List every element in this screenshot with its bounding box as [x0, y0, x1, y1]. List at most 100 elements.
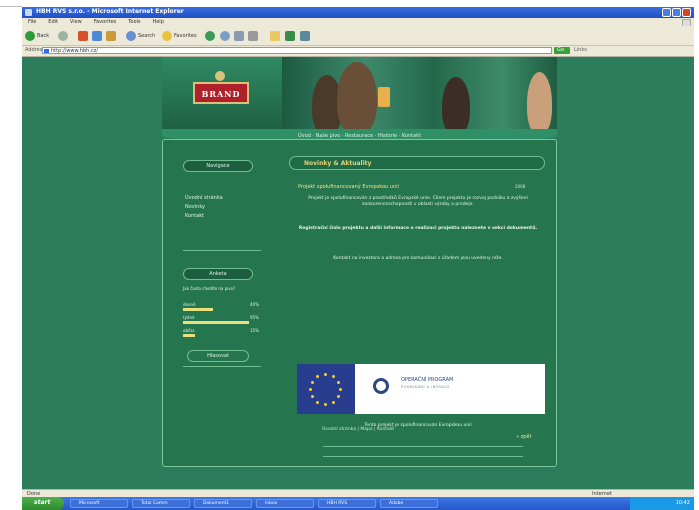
- logo-area: BRAND: [162, 57, 282, 133]
- messenger-icon: [285, 30, 295, 41]
- search-button[interactable]: Search: [126, 30, 155, 41]
- sidebar-divider: [183, 250, 261, 251]
- address-bar: Address http://www.hbh.cz/ Go Links: [22, 46, 694, 57]
- poll-option-label[interactable]: denně: [183, 302, 196, 307]
- print-button[interactable]: [248, 30, 258, 41]
- eu-star-icon: [311, 395, 314, 398]
- op-title: OPERAČNÍ PROGRAM: [401, 377, 454, 383]
- mail-button[interactable]: [234, 30, 244, 41]
- address-input[interactable]: http://www.hbh.cz/: [42, 47, 552, 54]
- menu-edit[interactable]: Edit: [48, 18, 58, 26]
- media-icon: [205, 30, 215, 41]
- start-button[interactable]: start: [22, 497, 64, 510]
- eu-star-icon: [316, 401, 319, 404]
- person-silhouette: [337, 62, 377, 133]
- sidebar-divider: [183, 366, 261, 367]
- content-divider: [323, 456, 523, 457]
- news-header: Novinky & Aktuality: [289, 156, 545, 170]
- poll-title: Anketa: [183, 268, 253, 280]
- refresh-icon: [92, 30, 102, 41]
- eu-star-icon: [332, 375, 335, 378]
- header-photo: [282, 57, 557, 133]
- links-label[interactable]: Links: [574, 47, 587, 53]
- poll-option-label[interactable]: občas: [183, 328, 195, 333]
- go-button[interactable]: Go: [554, 47, 570, 54]
- taskbar-item[interactable]: Adobe: [380, 499, 438, 508]
- close-button[interactable]: [682, 8, 691, 17]
- minimize-button[interactable]: [662, 8, 671, 17]
- search-icon: [126, 30, 136, 41]
- menu-view[interactable]: View: [70, 18, 82, 26]
- start-label: start: [34, 499, 51, 506]
- taskbar-item[interactable]: Inbox: [256, 499, 314, 508]
- eu-flag-icon: [297, 364, 355, 414]
- poll-bar: [183, 334, 195, 337]
- eu-star-icon: [339, 388, 342, 391]
- folder-button[interactable]: [270, 30, 280, 41]
- go-label: Go: [557, 47, 564, 53]
- beer-glass: [378, 87, 390, 107]
- history-icon: [220, 30, 230, 41]
- stop-icon: [78, 30, 88, 41]
- back-button[interactable]: Back: [25, 30, 49, 41]
- eu-banner[interactable]: OPERAČNÍ PROGRAM PODNIKÁNÍ A INOVACE: [297, 364, 545, 414]
- history-button[interactable]: [220, 30, 230, 41]
- poll-option-label[interactable]: týdně: [183, 315, 194, 320]
- browser-window: HBH RVS s.r.o. - Microsoft Internet Expl…: [22, 7, 694, 510]
- favorites-button[interactable]: Favorites: [162, 30, 197, 41]
- sidebar-nav-title: Navigace: [183, 160, 253, 172]
- poll-bar: [183, 321, 249, 324]
- eu-star-icon: [324, 373, 327, 376]
- news-paragraph: Kontakt na investora a adresa pro komuni…: [333, 256, 503, 261]
- taskbar: start Microsoft Total Comm Dokument1 Inb…: [22, 497, 694, 510]
- taskbar-item[interactable]: Microsoft: [70, 499, 128, 508]
- taskbar-item[interactable]: HBH RVS: [318, 499, 376, 508]
- taskbar-item[interactable]: Dokument1: [194, 499, 252, 508]
- news-headline[interactable]: Projekt spolufinancovaný Evropskou unií: [298, 184, 508, 190]
- forward-button[interactable]: [58, 30, 68, 41]
- maximize-button[interactable]: [672, 8, 681, 17]
- sidebar-link-home[interactable]: Úvodní stránka: [185, 195, 223, 201]
- eu-star-icon: [311, 381, 314, 384]
- home-icon: [106, 30, 116, 41]
- menu-tools[interactable]: Tools: [128, 18, 140, 26]
- window-title: HBH RVS s.r.o. - Microsoft Internet Expl…: [36, 8, 184, 15]
- home-button[interactable]: [106, 30, 116, 41]
- menu-favorites[interactable]: Favorites: [94, 18, 117, 26]
- news-paragraph: Registrační číslo projektu a další infor…: [298, 226, 538, 231]
- site-header: BRAND: [162, 57, 557, 133]
- page-icon: [44, 49, 49, 53]
- discuss-button[interactable]: [300, 30, 310, 41]
- back-link[interactable]: « zpět: [516, 434, 531, 440]
- messenger-button[interactable]: [285, 30, 295, 41]
- eu-star-icon: [309, 388, 312, 391]
- sidebar-link-news[interactable]: Novinky: [185, 204, 205, 210]
- url-text: http://www.hbh.cz/: [51, 48, 98, 54]
- media-button[interactable]: [205, 30, 215, 41]
- folder-icon: [270, 30, 280, 41]
- taskbar-item-label: Microsoft: [79, 501, 100, 506]
- brand-logo-text: BRAND: [201, 89, 241, 99]
- ie-icon: [25, 9, 32, 16]
- eu-star-icon: [324, 403, 327, 406]
- taskbar-item[interactable]: Total Comm: [132, 499, 190, 508]
- eu-star-icon: [337, 395, 340, 398]
- favorites-star-icon: [162, 30, 172, 41]
- eu-star-icon: [332, 401, 335, 404]
- brand-logo[interactable]: BRAND: [193, 82, 249, 104]
- menu-help[interactable]: Help: [152, 18, 163, 26]
- menu-file[interactable]: File: [28, 18, 36, 26]
- poll-vote-button[interactable]: Hlasovat: [187, 350, 249, 362]
- op-logo-icon: [373, 378, 389, 394]
- system-tray: 10:42: [630, 497, 694, 510]
- stop-button[interactable]: [78, 30, 88, 41]
- footer-links[interactable]: Úvodní stránka | Mapa | Kontakt: [322, 427, 394, 432]
- news-header-title: Novinky & Aktuality: [304, 160, 372, 167]
- refresh-button[interactable]: [92, 30, 102, 41]
- page-content: BRAND Úvod · Naše pivo · Restaurace · Hi…: [22, 57, 694, 489]
- taskbar-item-label: Adobe: [389, 501, 404, 506]
- sidebar-link-contact[interactable]: Kontakt: [185, 213, 204, 219]
- forward-arrow-icon: [58, 30, 68, 41]
- poll-option-pct: 40%: [250, 302, 259, 307]
- menu-bar: File Edit View Favorites Tools Help: [22, 18, 694, 27]
